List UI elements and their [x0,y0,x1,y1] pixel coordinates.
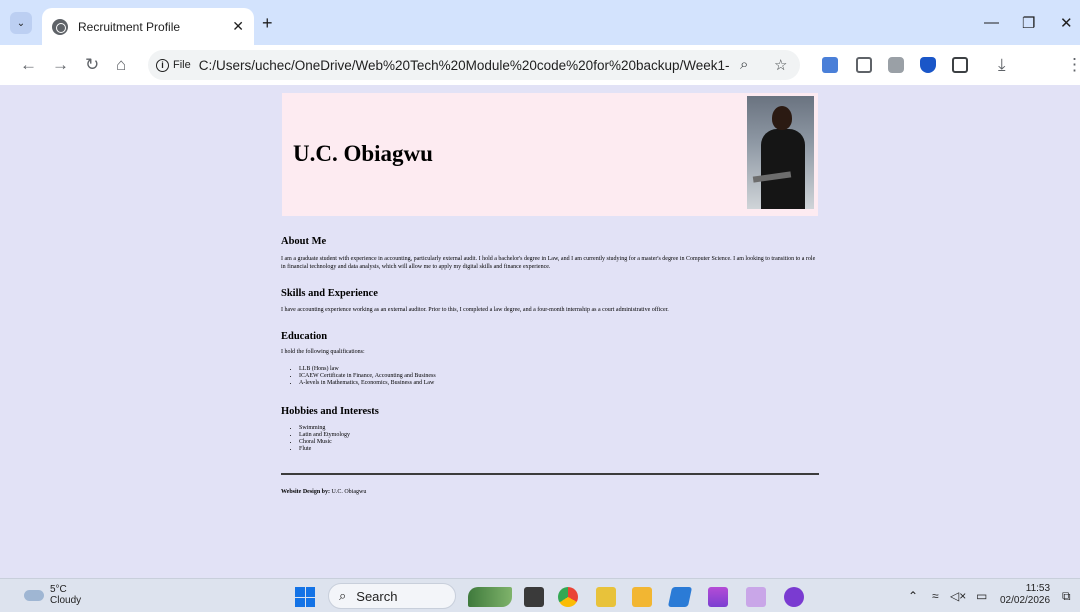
chrome-icon[interactable] [558,587,578,607]
weather-widget[interactable]: 5°C Cloudy [24,584,81,606]
search-icon: ⌕ [339,588,347,603]
taskbar-search[interactable]: ⌕ Search [328,583,456,609]
widgets-icon[interactable] [468,587,512,607]
footer-value: U.C. Obiagwu [331,489,367,495]
file-explorer-icon[interactable] [632,587,652,607]
chevron-down-icon: ⌄ [16,17,26,29]
reload-button[interactable]: ↻ [85,54,99,76]
page-viewport: U.C. Obiagwu About Me I am a graduate st… [0,85,1080,578]
tab-title: Recruitment Profile [78,19,181,34]
taskbar-clock[interactable]: 11:53 02/02/2026 [1000,583,1050,607]
info-icon: i [156,58,169,72]
diagram-app-icon[interactable] [746,587,766,607]
site-info-label: File [173,59,191,71]
skills-text: I have accounting experience working as … [281,307,669,313]
about-text: I am a graduate student with experience … [281,256,816,270]
close-tab-icon[interactable]: ✕ [232,18,244,35]
extensions-puzzle-icon[interactable] [952,57,968,73]
battery-icon[interactable]: ▭ [976,589,987,603]
search-label: Search [356,588,398,604]
task-view-icon[interactable] [524,587,544,607]
skills-heading: Skills and Experience [281,288,378,299]
onenote-icon[interactable] [708,587,728,607]
bookmark-star-icon[interactable]: ☆ [774,56,787,74]
zoom-icon[interactable]: ⌕ [740,56,748,73]
chevron-up-icon[interactable]: ⌃ [908,589,918,603]
speaker-muted-icon[interactable]: ◁× [950,589,966,603]
browser-toolbar: ← → ↻ ⌂ i File C:/Users/uchec/OneDrive/W… [0,45,1080,85]
profile-name: U.C. Obiagwu [293,141,433,166]
footer-credit: Website Design by: U.C. Obiagwu [281,489,366,495]
tab-strip: ⌄ Recruitment Profile ✕ + — ❐ ✕ [0,0,1080,45]
address-bar[interactable]: i File C:/Users/uchec/OneDrive/Web%20Tec… [148,50,800,80]
list-item: LLB (Hons) law [299,366,436,373]
education-heading: Education [281,331,328,342]
clock-time: 11:53 [1025,583,1051,594]
list-item: Choral Music [299,439,350,446]
tab-search-button[interactable]: ⌄ [10,12,32,34]
weather-temp: 5°C [50,584,67,595]
list-item: Latin and Etymology [299,432,350,439]
restore-button[interactable]: ❐ [1022,14,1035,32]
notification-icon[interactable]: ⧉ [1062,589,1071,604]
vscode-icon[interactable] [667,587,693,607]
profile-photo [747,96,814,209]
github-desktop-icon[interactable] [784,587,804,607]
menu-kebab-icon[interactable]: ⋮ [1066,54,1080,76]
windows-start-icon[interactable] [295,587,315,607]
list-item: Flute [299,446,350,453]
list-item: ICAEW Certificate in Finance, Accounting… [299,373,436,380]
new-tab-button[interactable]: + [262,13,273,34]
site-info-button[interactable]: i File [156,58,191,72]
home-button[interactable]: ⌂ [116,54,126,76]
hobbies-heading: Hobbies and Interests [281,406,379,417]
tab-recruitment-profile[interactable]: Recruitment Profile ✕ [42,8,254,45]
forward-button[interactable]: → [52,54,69,76]
minimize-button[interactable]: — [984,14,999,31]
wifi-icon[interactable]: ≈ [932,589,939,603]
windows-taskbar: 5°C Cloudy ⌕ Search ⌃ ≈ ◁× ▭ 11:53 02/02… [0,578,1080,612]
download-icon[interactable]: ⤓ [998,54,1006,76]
education-intro: I hold the following qualifications: [281,349,365,355]
about-heading: About Me [281,236,327,247]
shield-extension-icon[interactable] [920,57,936,73]
education-list: LLB (Hons) law ICAEW Certificate in Fina… [291,366,436,387]
close-window-button[interactable]: ✕ [1060,14,1073,32]
cast-icon[interactable] [856,57,872,73]
list-item: Swimming [299,425,350,432]
list-item: A-levels in Mathematics, Economics, Busi… [299,380,436,387]
translate-extension-icon[interactable] [822,57,838,73]
weather-desc: Cloudy [50,595,82,606]
clock-date: 02/02/2026 [1000,595,1051,606]
profile-header: U.C. Obiagwu [282,93,818,216]
back-button[interactable]: ← [20,54,37,76]
notepad-icon[interactable] [596,587,616,607]
camera-extension-icon[interactable] [888,57,904,73]
globe-icon [52,18,68,35]
footer-label: Website Design by: [281,489,331,495]
cloud-icon [24,589,44,601]
footer-divider [281,473,819,475]
url-text[interactable]: C:/Users/uchec/OneDrive/Web%20Tech%20Mod… [199,58,729,73]
hobbies-list: Swimming Latin and Etymology Choral Musi… [291,425,350,453]
